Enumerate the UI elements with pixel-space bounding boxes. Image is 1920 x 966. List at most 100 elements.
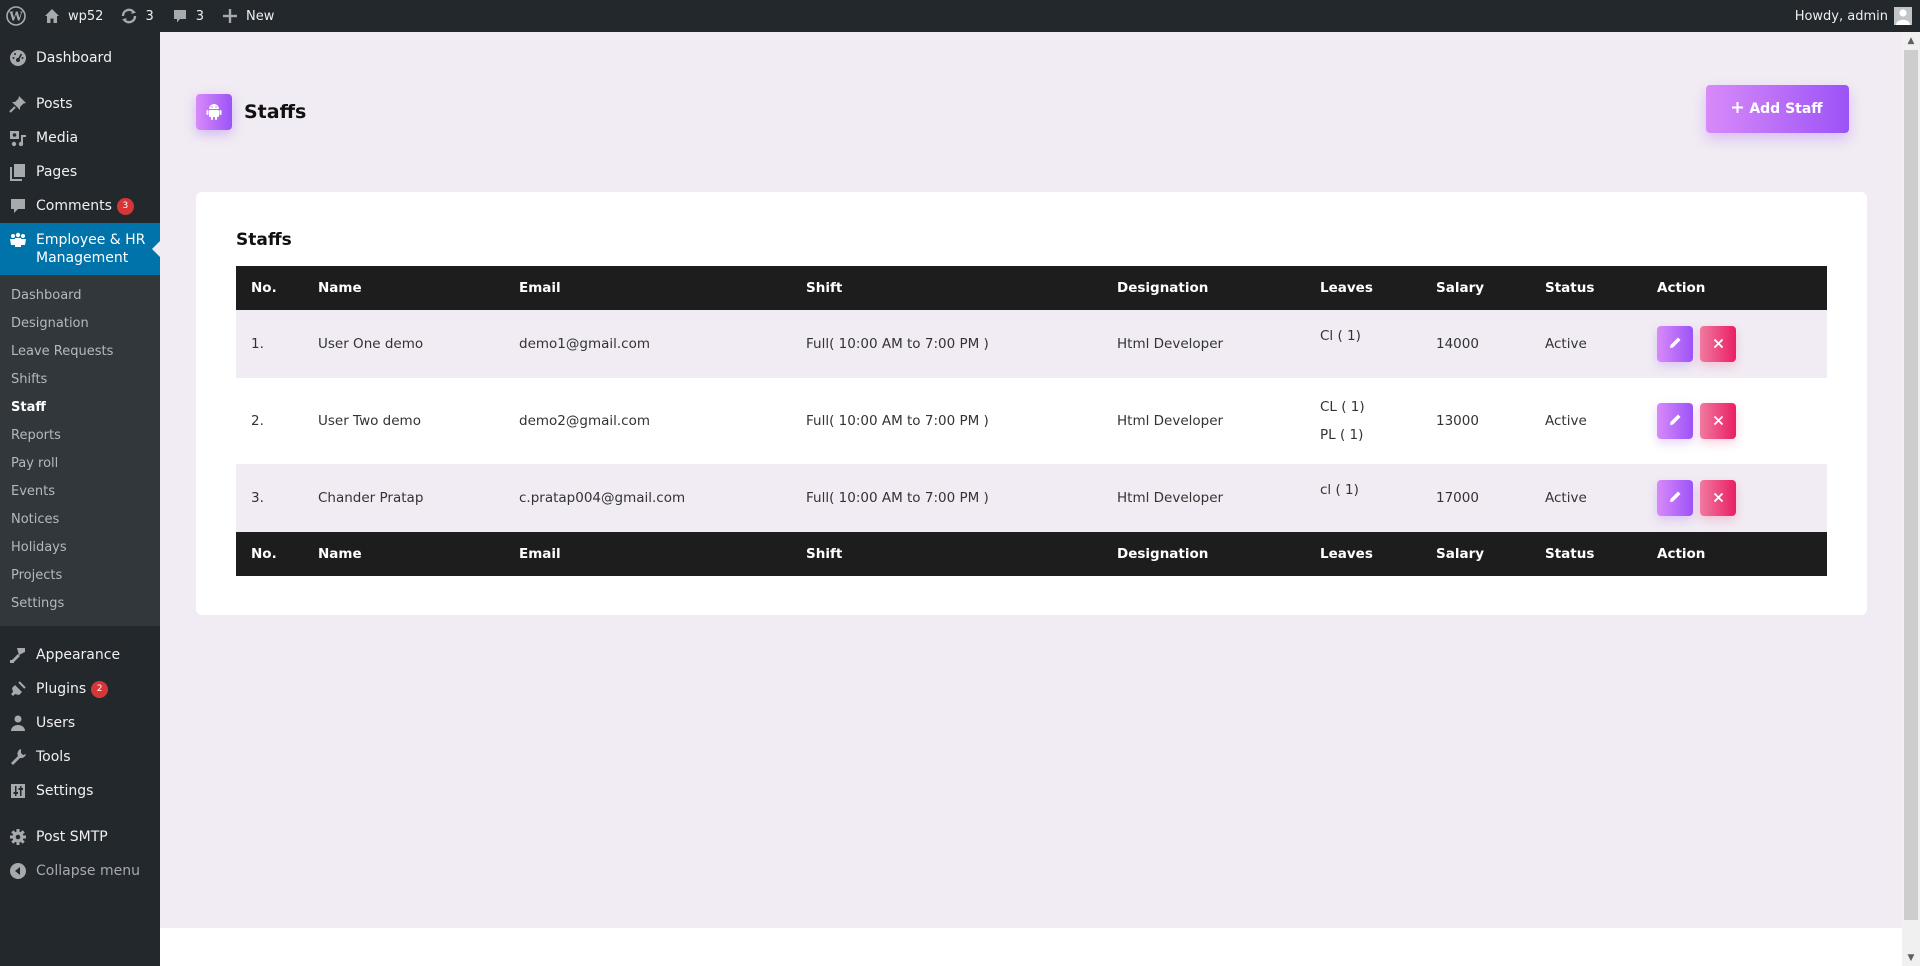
sidebar-item-comments[interactable]: Comments 3 [0, 189, 160, 223]
plus-icon [220, 6, 240, 26]
plus-icon [1732, 101, 1744, 117]
column-header-no[interactable]: No. [236, 266, 318, 310]
column-header-salary[interactable]: Salary [1436, 266, 1545, 310]
collapse-menu-button[interactable]: Collapse menu [0, 854, 160, 888]
submenu-item-dashboard[interactable]: Dashboard [0, 282, 160, 310]
new-content-link[interactable]: New [212, 0, 282, 32]
pencil-icon [1668, 336, 1682, 353]
sidebar-item-pages[interactable]: Pages [0, 155, 160, 189]
page-title: Staffs [244, 101, 307, 123]
column-header-leaves[interactable]: Leaves [1320, 266, 1436, 310]
sidebar-item-tools[interactable]: Tools [0, 740, 160, 774]
wordpress-logo-button[interactable]: W [0, 0, 34, 32]
sidebar-item-label: Plugins [36, 681, 87, 697]
delete-button[interactable] [1700, 326, 1736, 362]
sidebar-item-users[interactable]: Users [0, 706, 160, 740]
greeting: Howdy, admin [1794, 8, 1888, 24]
submenu-item-holidays[interactable]: Holidays [0, 534, 160, 562]
delete-button[interactable] [1700, 403, 1736, 439]
close-icon [1713, 491, 1724, 506]
site-name: wp52 [68, 8, 104, 24]
column-header-action: Action [1657, 280, 1706, 296]
sidebar-item-dashboard[interactable]: Dashboard [0, 41, 160, 75]
cell-designation: Html Developer [1117, 336, 1224, 352]
leave-entry: PL ( 1) [1320, 427, 1364, 443]
add-staff-label: Add Staff [1749, 101, 1823, 117]
cell-email: c.pratap004@gmail.com [519, 490, 686, 506]
comment-icon [8, 196, 28, 216]
column-footer-designation: Designation [1117, 546, 1209, 562]
cell-leaves: cl ( 1) [1320, 464, 1436, 532]
submenu-item-designation[interactable]: Designation [0, 310, 160, 338]
sidebar-item-label: Users [36, 715, 76, 731]
sidebar-item-appearance[interactable]: Appearance [0, 638, 160, 672]
pencil-icon [1668, 413, 1682, 430]
media-icon [8, 128, 28, 148]
column-footer-status: Status [1545, 546, 1595, 562]
submenu-item-payroll[interactable]: Pay roll [0, 450, 160, 478]
staff-card: Staffs No. Name Email Shift Designation … [196, 192, 1867, 615]
staff-table: No. Name Email Shift Designation Leaves … [236, 266, 1827, 576]
edit-button[interactable] [1657, 480, 1693, 516]
cell-email: demo2@gmail.com [519, 413, 650, 429]
comments-link[interactable]: 3 [162, 0, 212, 32]
edit-button[interactable] [1657, 403, 1693, 439]
sidebar-item-label: Comments [36, 198, 112, 214]
column-header-email[interactable]: Email [519, 266, 806, 310]
sidebar-item-label: Settings [36, 783, 94, 799]
plugins-badge: 2 [91, 680, 109, 698]
cell-no: 3. [251, 490, 264, 506]
table-row: 3. Chander Pratap c.pratap004@gmail.com … [236, 464, 1827, 532]
updates-link[interactable]: 3 [111, 0, 161, 32]
site-name-link[interactable]: wp52 [34, 0, 111, 32]
submenu-item-events[interactable]: Events [0, 478, 160, 506]
cell-leaves: CL ( 1) PL ( 1) [1320, 378, 1436, 464]
submenu-item-notices[interactable]: Notices [0, 506, 160, 534]
sidebar-item-employee-hr-management[interactable]: Employee & HR Management [0, 223, 160, 275]
close-icon [1713, 414, 1724, 429]
submenu-item-settings[interactable]: Settings [0, 590, 160, 618]
sidebar-item-label: Media [36, 130, 79, 146]
submenu-item-shifts[interactable]: Shifts [0, 366, 160, 394]
cell-status: Active [1545, 413, 1587, 429]
column-header-name[interactable]: Name [318, 266, 519, 310]
leave-entry: Cl ( 1) [1320, 328, 1361, 344]
delete-button[interactable] [1700, 480, 1736, 516]
scrollbar-thumb[interactable] [1904, 50, 1918, 920]
add-staff-button[interactable]: Add Staff [1706, 85, 1849, 133]
cell-salary: 13000 [1436, 413, 1479, 429]
column-footer-leaves: Leaves [1320, 546, 1373, 562]
main-content: Staffs Add Staff Staffs No. Name Email S… [160, 32, 1902, 928]
scroll-up-arrow-icon[interactable]: ▲ [1902, 32, 1920, 49]
column-footer-email: Email [519, 546, 561, 562]
cell-status: Active [1545, 490, 1587, 506]
column-footer-name: Name [318, 546, 362, 562]
column-footer-salary: Salary [1436, 546, 1485, 562]
sidebar-item-plugins[interactable]: Plugins 2 [0, 672, 160, 706]
scroll-down-arrow-icon[interactable]: ▼ [1902, 949, 1920, 966]
updates-count: 3 [145, 8, 154, 24]
sidebar-item-posts[interactable]: Posts [0, 87, 160, 121]
cell-shift: Full( 10:00 AM to 7:00 PM ) [806, 413, 989, 429]
avatar [1894, 7, 1912, 25]
sidebar-item-post-smtp[interactable]: Post SMTP [0, 820, 160, 854]
edit-button[interactable] [1657, 326, 1693, 362]
submenu-item-projects[interactable]: Projects [0, 562, 160, 590]
dashboard-icon [8, 48, 28, 68]
pages-icon [8, 162, 28, 182]
column-header-shift[interactable]: Shift [806, 266, 1117, 310]
submenu-item-staff[interactable]: Staff [0, 394, 160, 422]
submenu-item-leave-requests[interactable]: Leave Requests [0, 338, 160, 366]
cell-leaves: Cl ( 1) [1320, 310, 1436, 378]
groups-icon [8, 231, 28, 251]
sidebar-item-settings[interactable]: Settings [0, 774, 160, 808]
account-menu[interactable]: Howdy, admin [1787, 0, 1920, 32]
sidebar-item-media[interactable]: Media [0, 121, 160, 155]
page-scrollbar[interactable]: ▲ ▼ [1902, 32, 1920, 966]
sliders-icon [8, 781, 28, 801]
submenu-item-reports[interactable]: Reports [0, 422, 160, 450]
column-header-designation[interactable]: Designation [1117, 266, 1320, 310]
cell-email: demo1@gmail.com [519, 336, 650, 352]
column-header-status[interactable]: Status [1545, 266, 1657, 310]
android-icon [196, 94, 232, 130]
